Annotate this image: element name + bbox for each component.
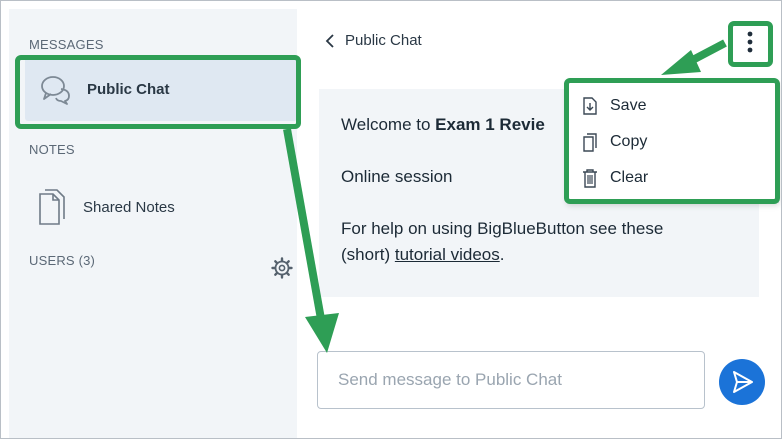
welcome-line-1: Welcome to Exam 1 Revie (341, 113, 545, 137)
callout-highlight-kebab (728, 21, 773, 67)
welcome-prefix: Welcome to (341, 115, 436, 134)
session-name: Exam 1 Revie (435, 115, 545, 134)
chevron-left-icon (325, 33, 335, 49)
notes-section-label: NOTES (29, 142, 75, 157)
messages-section-label: MESSAGES (29, 37, 104, 52)
shared-notes-label: Shared Notes (83, 198, 175, 216)
welcome-line-4: (short) tutorial videos. (341, 243, 504, 267)
send-button[interactable] (719, 359, 765, 405)
tutorial-videos-link[interactable]: tutorial videos (395, 245, 500, 264)
welcome-line-4-prefix: (short) (341, 245, 395, 264)
app-window: MESSAGES Public Chat NOTES Shared Notes … (0, 0, 782, 439)
callout-highlight-menu (564, 78, 780, 204)
message-input[interactable] (317, 351, 705, 409)
send-arrow-icon (719, 359, 765, 405)
welcome-line-4-suffix: . (499, 245, 505, 264)
gear-icon[interactable] (271, 257, 293, 279)
welcome-line-2: Online session (341, 167, 453, 186)
sidebar-item-shared-notes[interactable]: Shared Notes (37, 185, 175, 229)
users-section-label: USERS (3) (29, 253, 96, 268)
welcome-line-3: For help on using BigBlueButton see thes… (341, 219, 664, 238)
notes-document-icon (37, 188, 67, 226)
callout-highlight-public-chat (15, 55, 301, 129)
chat-title: Public Chat (345, 32, 422, 49)
chat-header-back[interactable]: Public Chat (325, 32, 422, 49)
